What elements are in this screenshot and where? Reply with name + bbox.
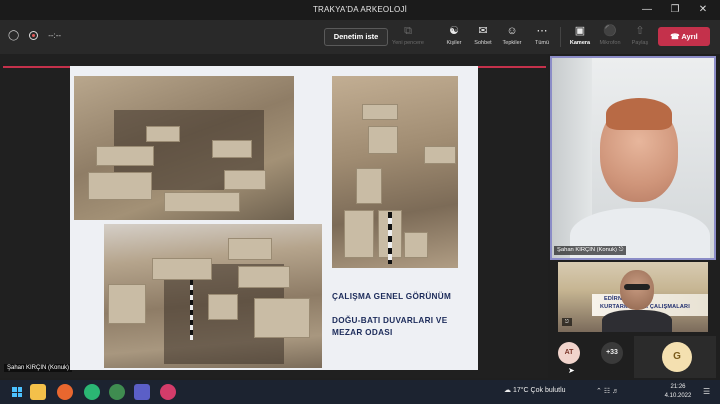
mic-muted-icon: ⎋ [618,247,624,253]
system-tray[interactable]: ⌃☷♬ [596,387,621,395]
mouse-cursor-icon: ➤ [568,366,575,375]
leave-label: Ayrıl [681,32,698,41]
chrome-icon[interactable] [109,384,125,400]
toolbar-separator [560,27,561,47]
title-bar: TRAKYA'DA ARKEOLOJİ — ❐ ✕ [0,0,720,20]
phone-hangup-icon: ☎ [670,32,680,41]
meeting-timer: --:-- [48,31,62,40]
slide-caption-overview: ÇALIŞMA GENEL GÖRÜNÜM [332,292,452,301]
more-label: Tümü [534,40,550,46]
windows-taskbar: ☁ 17°C Çok bulutlu ⌃☷♬ 21:26 4.10.2022 ☰ [0,380,720,404]
meeting-toolbar: ◯ --:-- Denetim iste ⧉ Yeni pencere ☯ Ki… [0,20,720,54]
more-button[interactable]: ⋯ Tümü [524,25,560,46]
windows-start-icon[interactable] [12,387,22,397]
new-window-icon: ⧉ [404,25,412,37]
maximize-icon[interactable]: ❐ [664,2,686,18]
mic-muted-icon: ⎋ [562,318,572,326]
slide-caption-walls-line1: DOĞU-BATI DUVARLARI VE [332,316,448,325]
participant-face [620,270,654,310]
more-icon: ⋯ [536,25,548,37]
clock-time: 21:26 [670,384,686,390]
new-window-button[interactable]: ⧉ Yeni pencere [390,25,426,46]
chevron-up-icon: ⌃ [596,388,604,395]
share-icon: ⇧ [635,25,645,37]
presentation-slide: ÇALIŞMA GENEL GÖRÜNÜM DOĞU-BATI DUVARLAR… [70,66,478,370]
paint-icon[interactable] [160,384,176,400]
participant-avatar-at[interactable]: AT [558,342,580,364]
file-explorer-icon[interactable] [30,384,46,400]
weather-text: Çok bulutlu [530,387,566,394]
participant-avatar-g: G [662,342,692,372]
more-participants-badge[interactable]: +33 [601,342,623,364]
clock-date: 4.10.2022 [664,393,692,399]
share-label: Paylaş [631,40,649,46]
window-title: TRAKYA'DA ARKEOLOJİ [312,5,408,14]
taskbar-clock[interactable]: 21:26 4.10.2022 [660,383,696,401]
presenter-name: Şahan KIRÇIN (Konuk) [4,364,73,372]
slide-caption-walls-line2: MEZAR ODASI [332,328,393,337]
presenter-video-tile[interactable]: Şahan KIRÇIN (Konuk) ⎋ [550,56,716,260]
upwork-icon[interactable] [84,384,100,400]
toolbar-left: ◯ --:-- [8,30,61,41]
shield-icon[interactable]: ◯ [8,30,19,41]
leave-button[interactable]: ☎ Ayrıl [658,27,710,46]
participant-video-tile[interactable]: EDİRNE KURTARMA KAZI ÇALIŞMALARI ⎋ [558,262,708,332]
presenter-tile-name: Şahan KIRÇIN (Konuk) [557,247,617,253]
firefox-icon[interactable] [57,384,73,400]
request-control-button[interactable]: Denetim iste [324,28,388,46]
cloud-icon: ☁ [504,387,511,394]
excavation-photo-1 [74,76,294,220]
excavation-photo-2 [332,76,458,268]
notification-icon[interactable]: ☰ [703,387,710,396]
volume-icon: ♬ [612,388,622,395]
new-window-label: Yeni pencere [392,40,424,46]
record-icon [29,31,39,40]
excavation-photo-3 [104,224,322,368]
presenter-name-tag: Şahan KIRÇIN (Konuk) ⎋ [554,246,627,255]
participant-glasses [624,284,650,290]
share-button[interactable]: ⇧ Paylaş [622,25,658,46]
minimize-icon[interactable]: — [636,2,658,18]
weather-temp: 17°C [512,387,529,394]
close-icon[interactable]: ✕ [692,2,714,18]
weather-widget[interactable]: ☁ 17°C Çok bulutlu [504,386,566,394]
teams-icon[interactable] [134,384,150,400]
teams-meeting-window: TRAKYA'DA ARKEOLOJİ — ❐ ✕ ◯ --:-- Deneti… [0,0,720,404]
network-icon: ☷ [603,388,613,395]
